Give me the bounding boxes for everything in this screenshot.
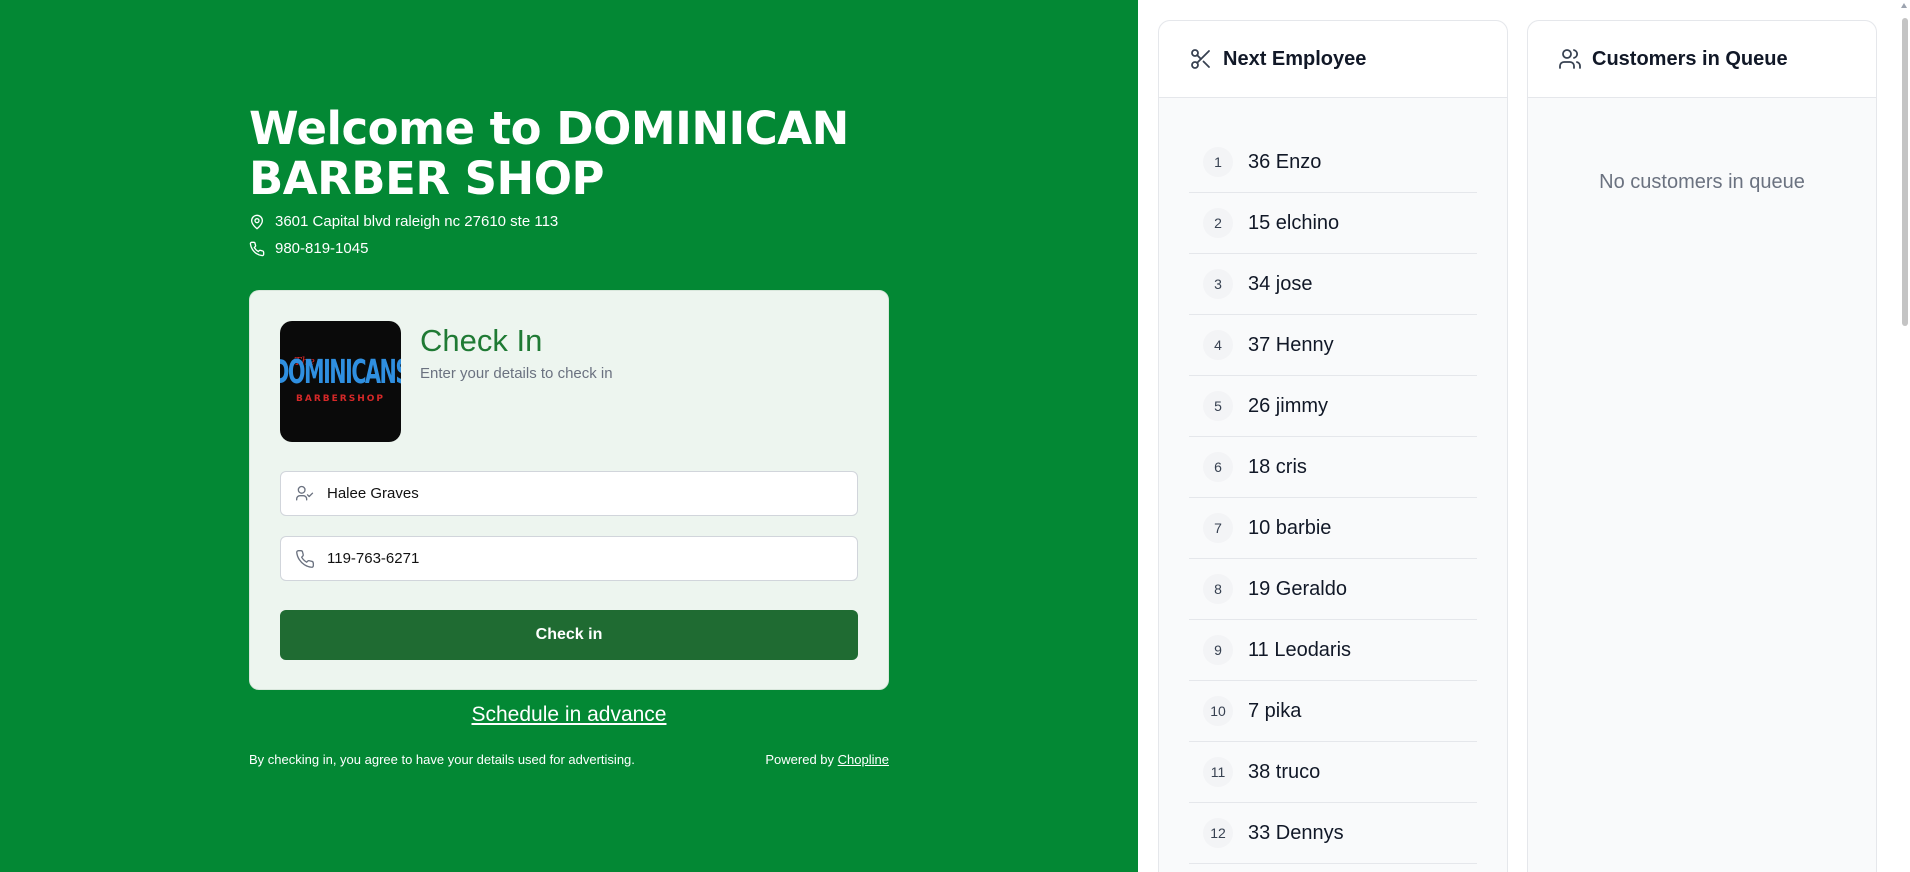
map-pin-icon — [251, 214, 263, 229]
checkin-card: The DOMINICANS BARBERSHOP Check In Enter… — [249, 290, 889, 690]
employee-name: 34 jose — [1248, 272, 1313, 295]
employee-list: 1 36 Enzo 2 15 elchino 3 34 jose 4 37 Henny 5 26 … — [1189, 132, 1477, 864]
next-employee-header: Next Employee — [1159, 21, 1507, 98]
employee-row: 4 37 Henny — [1189, 315, 1477, 376]
employee-position-badge: 12 — [1203, 818, 1233, 848]
name-input[interactable] — [327, 485, 827, 502]
phone-input[interactable] — [327, 550, 827, 567]
employee-position-badge: 9 — [1203, 635, 1233, 665]
phone-icon — [249, 241, 265, 256]
employee-name: 38 truco — [1248, 760, 1321, 783]
employee-row: 2 15 elchino — [1189, 193, 1477, 254]
employee-name: 15 elchino — [1248, 211, 1340, 234]
queue-title: Customers in Queue — [1592, 47, 1788, 70]
check-in-button[interactable]: Check in — [280, 610, 858, 660]
page-title: Welcome to DOMINICAN BARBER SHOP — [249, 102, 849, 205]
scroll-up-icon[interactable] — [1900, 2, 1908, 10]
employee-name: 33 Dennys — [1248, 821, 1344, 844]
checkin-section: Welcome to DOMINICAN BARBER SHOP 3601 Ca… — [0, 0, 1138, 872]
employee-position-badge: 7 — [1203, 513, 1233, 543]
employee-name: 37 Henny — [1248, 333, 1334, 356]
footer: By checking in, you agree to have your d… — [249, 752, 889, 767]
shop-logo: The DOMINICANS BARBERSHOP — [280, 321, 401, 442]
powered-by: Powered by Chopline — [765, 752, 889, 767]
next-employee-title: Next Employee — [1223, 47, 1367, 70]
logo-name: DOMINICANS — [280, 353, 401, 392]
employee-row: 7 10 barbie — [1189, 498, 1477, 559]
phone-row: 980-819-1045 — [249, 239, 889, 258]
shop-phone: 980-819-1045 — [275, 240, 369, 257]
scissors-icon — [1191, 49, 1210, 69]
shop-header: Welcome to DOMINICAN BARBER SHOP 3601 Ca… — [249, 104, 889, 258]
employee-name: 36 Enzo — [1248, 150, 1322, 173]
employee-row: 3 34 jose — [1189, 254, 1477, 315]
employee-position-badge: 11 — [1203, 757, 1233, 787]
disclaimer-text: By checking in, you agree to have your d… — [249, 752, 635, 767]
name-field[interactable] — [280, 471, 858, 516]
queue-header: Customers in Queue — [1528, 21, 1876, 98]
employee-position-badge: 3 — [1203, 269, 1233, 299]
employee-position-badge: 6 — [1203, 452, 1233, 482]
logo-tagline: BARBERSHOP — [296, 393, 385, 404]
employee-row: 8 19 Geraldo — [1189, 559, 1477, 620]
employee-row: 12 33 Dennys — [1189, 803, 1477, 864]
employee-row: 11 38 truco — [1189, 742, 1477, 803]
phone-icon — [296, 549, 315, 568]
employee-name: 18 cris — [1248, 455, 1307, 478]
scrollbar-thumb[interactable] — [1902, 18, 1908, 326]
checkin-subtitle: Enter your details to check in — [420, 365, 613, 382]
queue-empty-message: No customers in queue — [1599, 171, 1805, 193]
employee-name: 11 Leodaris — [1248, 638, 1352, 661]
employee-position-badge: 8 — [1203, 574, 1233, 604]
employee-name: 10 barbie — [1248, 516, 1332, 539]
next-employee-panel: Next Employee 1 36 Enzo 2 15 elchino 3 34 jos… — [1158, 20, 1508, 872]
user-check-icon — [296, 485, 314, 500]
employee-name: 7 pika — [1248, 699, 1302, 722]
queue-panel: Customers in Queue No customers in queue — [1527, 20, 1877, 872]
employee-name: 26 jimmy — [1248, 394, 1329, 417]
employee-position-badge: 5 — [1203, 391, 1233, 421]
schedule-link[interactable]: Schedule in advance — [249, 703, 889, 727]
address-row: 3601 Capital blvd raleigh nc 27610 ste 1… — [249, 212, 889, 231]
employee-position-badge: 4 — [1203, 330, 1233, 360]
employee-row: 5 26 jimmy — [1189, 376, 1477, 437]
checkin-title: Check In — [420, 323, 543, 358]
shop-address: 3601 Capital blvd raleigh nc 27610 ste 1… — [275, 213, 559, 230]
employee-row: 6 18 cris — [1189, 437, 1477, 498]
employee-position-badge: 10 — [1203, 696, 1233, 726]
employee-position-badge: 1 — [1203, 147, 1233, 177]
powered-by-label: Powered by — [765, 752, 835, 767]
employee-name: 19 Geraldo — [1248, 577, 1347, 600]
queue-section: Next Employee 1 36 Enzo 2 15 elchino 3 34 jos… — [1138, 0, 1910, 872]
employee-row: 1 36 Enzo — [1189, 132, 1477, 193]
employee-row: 10 7 pika — [1189, 681, 1477, 742]
chopline-link[interactable]: Chopline — [838, 752, 889, 767]
employee-position-badge: 2 — [1203, 208, 1233, 238]
users-icon — [1559, 49, 1581, 69]
employee-row: 9 11 Leodaris — [1189, 620, 1477, 681]
phone-field[interactable] — [280, 536, 858, 581]
